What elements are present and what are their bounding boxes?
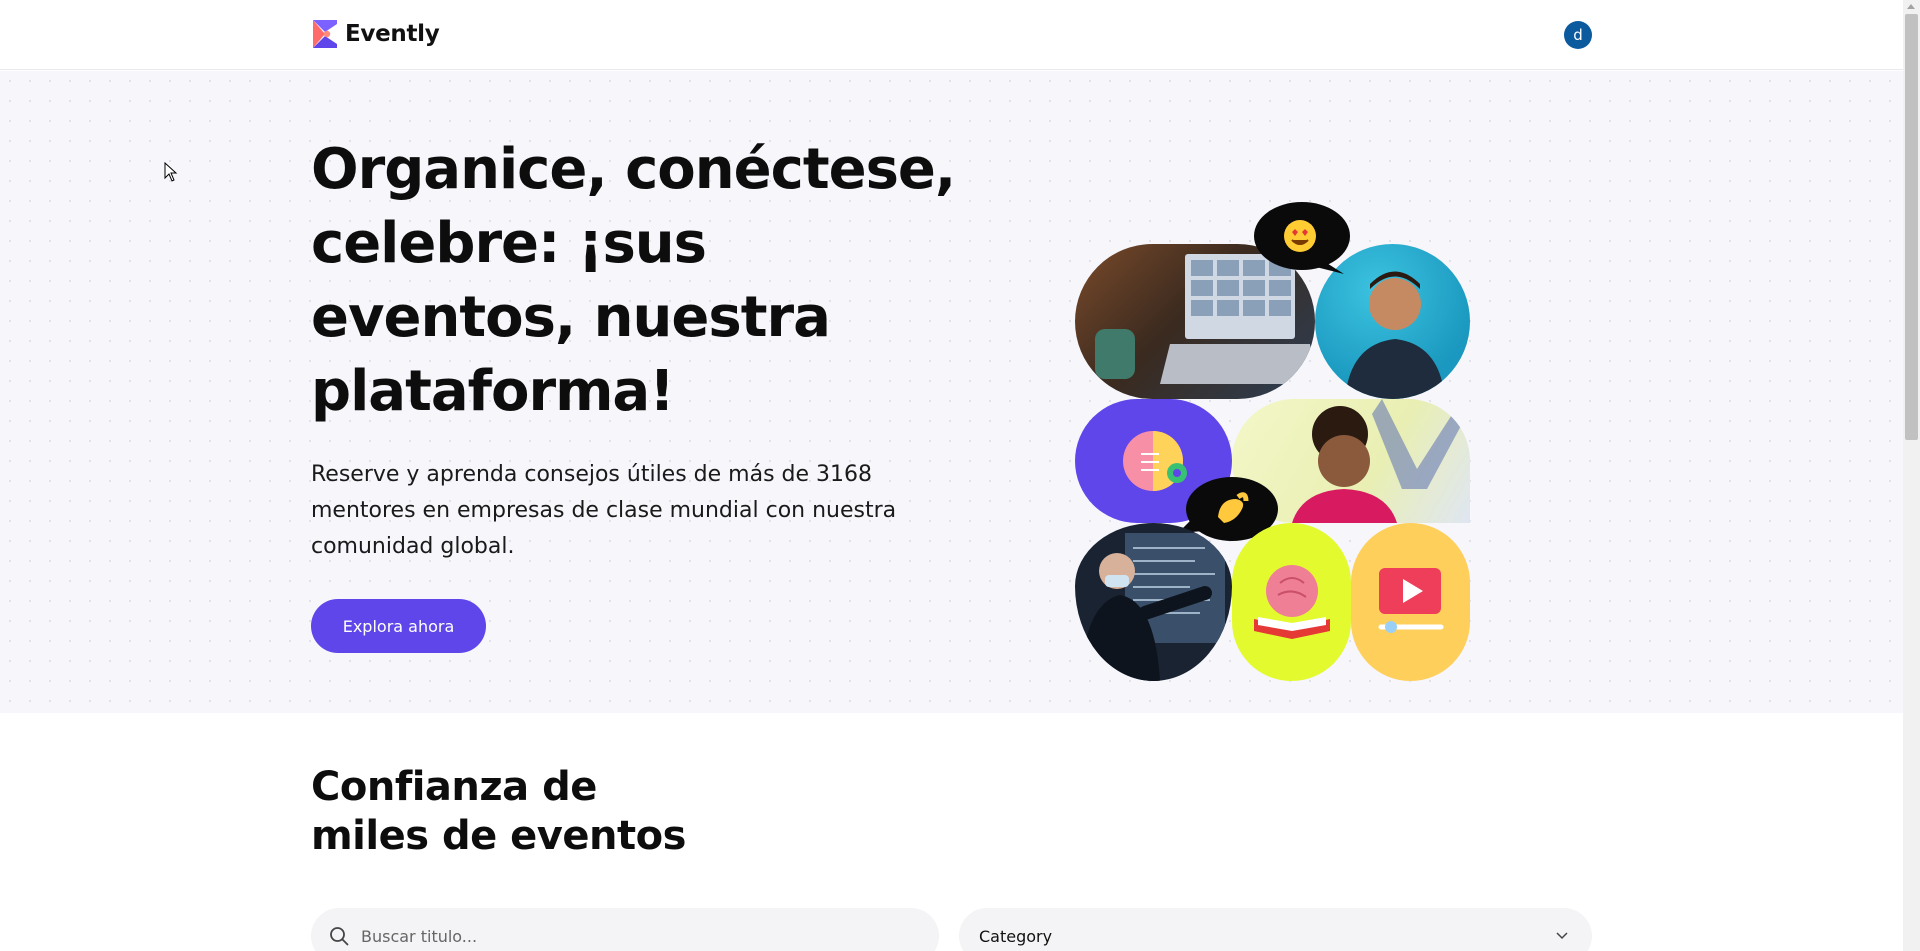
category-select[interactable]: Category (959, 908, 1592, 951)
user-avatar[interactable]: d (1564, 21, 1592, 49)
brain-book-icon (1232, 523, 1351, 681)
brand-name: Evently (345, 21, 440, 47)
search-field[interactable] (311, 908, 939, 951)
search-input[interactable] (361, 926, 861, 946)
hero-collage (1070, 126, 1480, 681)
hero-title: Organice, conéctese, celebre: ¡sus event… (311, 137, 956, 424)
hero-description: Reserve y aprenda consejos útiles de más… (311, 462, 897, 559)
chevron-down-icon (1556, 932, 1568, 940)
trust-section-title: Confianza de miles de eventos (311, 763, 686, 861)
evently-logo-icon (313, 20, 337, 48)
scroll-thumb[interactable] (1905, 14, 1918, 440)
explore-button[interactable]: Explora ahora (311, 599, 486, 653)
search-icon (330, 927, 349, 946)
hero-section: Organice, conéctese, celebre: ¡sus event… (0, 71, 1903, 713)
video-play-icon (1351, 523, 1470, 681)
category-label: Category (979, 926, 1053, 946)
mouse-cursor-icon (164, 162, 178, 182)
trust-title-line1: Confianza de (311, 764, 597, 810)
presenter-photo (1075, 523, 1232, 681)
site-header: Evently d (0, 0, 1903, 70)
scroll-up-arrow-icon[interactable] (1907, 4, 1915, 9)
heart-eyes-emoji-icon (1252, 202, 1352, 274)
brand-logo[interactable]: Evently (311, 18, 440, 50)
page-scrollbar[interactable] (1903, 0, 1920, 951)
trust-title-line2: miles de eventos (311, 813, 686, 859)
